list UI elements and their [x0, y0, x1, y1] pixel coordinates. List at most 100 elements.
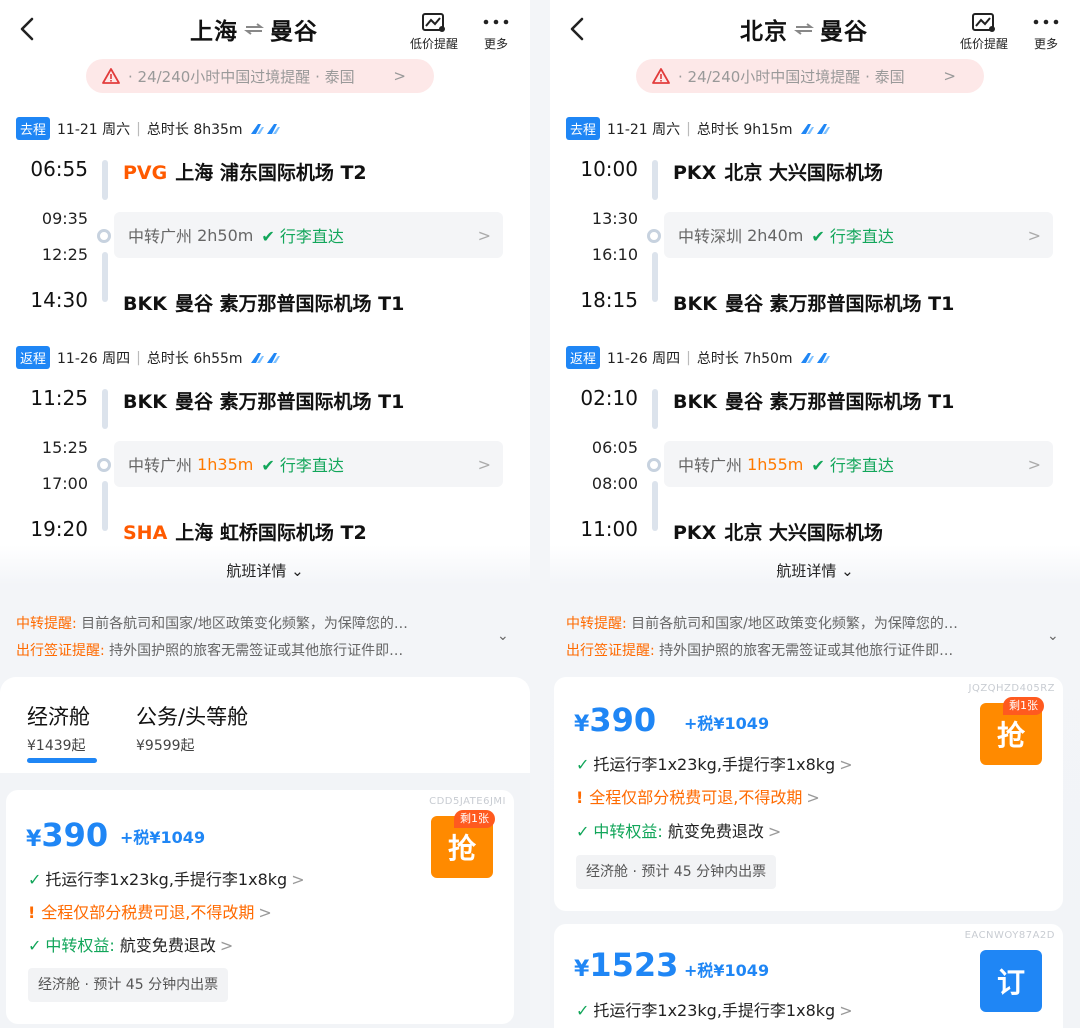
inbound-arrival-time: 19:20 — [30, 517, 88, 541]
tax-amount: +税¥1049 — [684, 714, 770, 733]
price-alert-button[interactable]: 低价提醒 — [404, 12, 464, 52]
divider: | — [136, 120, 141, 137]
timeline-segment — [102, 252, 108, 302]
timeline-transfer-dot — [647, 458, 661, 472]
ticketing-time: 经济舱 · 预计 45 分钟内出票 — [576, 855, 777, 889]
outbound-header: 去程 11-21 周六 | 总时长 8h35m — [16, 117, 285, 140]
reminder-key: 出行签证提醒: — [16, 643, 105, 659]
transit-notice-banner[interactable]: · 24/240小时中国过境提醒 · 泰国 > — [86, 59, 434, 93]
expand-reminders-icon[interactable]: ⌄ — [1047, 628, 1059, 644]
outbound-transfer-row[interactable]: 中转广州 2h50m ✔ 行李直达 > — [114, 212, 503, 258]
seats-left-badge: 剩1张 — [1003, 697, 1044, 715]
refund-policy[interactable]: ! 全程仅部分税费可退,不得改期 > — [28, 899, 272, 923]
expand-reminders-icon[interactable]: ⌄ — [497, 628, 509, 644]
fare-code: CDD5JATE6JMI — [429, 796, 506, 807]
origin-city: 上海 — [190, 19, 238, 45]
fare-card[interactable]: EACNWOY87A2D ¥1523 +税¥1049 ✓ 托运行李1x23kg,手… — [554, 924, 1063, 1028]
cabin-price: ¥9599起 — [136, 738, 195, 754]
outbound-arrival-time: 14:30 — [30, 288, 88, 312]
panel-divider — [530, 0, 550, 1028]
fare-card[interactable]: JQZQHZD405RZ ¥390 +税¥1049 ✓ 托运行李1x23kg,手提… — [554, 677, 1063, 911]
airport-code: PKX — [673, 162, 717, 184]
chevron-right-icon: > — [1027, 454, 1041, 474]
baggage-text: 托运行李1x23kg,手提行李1x8kg — [593, 1001, 836, 1020]
airport-code: SHA — [123, 522, 168, 544]
warning-triangle-icon — [652, 68, 670, 84]
chevron-right-icon: > — [291, 870, 305, 889]
route-title: 上海 曼谷 — [190, 12, 318, 46]
flight-panel-shanghai: 上海 曼谷 低价提醒 更多 · 24/240小时中国过境提醒 · 泰国 > 去程… — [0, 0, 530, 1028]
timeline-segment — [102, 481, 108, 531]
inbound-arrival-airport: SHA 上海 虹桥国际机场 T2 — [123, 518, 367, 545]
chevron-right-icon: > — [839, 1001, 853, 1020]
check-icon: ✓ — [576, 1001, 590, 1020]
outbound-header: 去程 11-21 周六 | 总时长 9h15m — [566, 117, 835, 140]
check-icon: ✓ — [28, 870, 42, 889]
check-icon: ✓ — [28, 936, 42, 955]
inbound-date: 11-26 周四 — [57, 350, 131, 367]
inbound-transfer-row[interactable]: 中转广州 1h55m ✔ 行李直达 > — [664, 441, 1053, 487]
divider: | — [686, 120, 691, 137]
price-alert-button[interactable]: 低价提醒 — [954, 12, 1014, 52]
outbound-departure-time: 06:55 — [30, 157, 88, 181]
airline-logo-icon — [250, 123, 280, 134]
back-arrow-icon[interactable] — [564, 14, 592, 44]
airport-code: PVG — [123, 162, 168, 184]
more-button[interactable]: 更多 — [466, 12, 526, 52]
baggage-allowance[interactable]: ✓ 托运行李1x23kg,手提行李1x8kg > — [28, 866, 305, 890]
transfer-city: 中转广州 — [128, 456, 193, 475]
more-button[interactable]: 更多 — [1016, 12, 1076, 52]
fare-price: ¥390 — [574, 701, 656, 739]
baggage-allowance[interactable]: ✓ 托运行李1x23kg,手提行李1x8kg > — [576, 997, 853, 1021]
timeline-transfer-dot — [97, 458, 111, 472]
notice-text: · 24/240小时中国过境提醒 · 泰国 — [128, 67, 355, 86]
timeline-transfer-dot — [647, 229, 661, 243]
flight-details-link[interactable]: 航班详情 ⌄ — [550, 560, 1080, 581]
chart-bell-icon — [972, 13, 995, 32]
transfer-benefit[interactable]: ✓ 中转权益: 航变免费退改 > — [28, 932, 233, 956]
notice-text: · 24/240小时中国过境提醒 · 泰国 — [678, 67, 905, 86]
benefit-text: 航变免费退改 — [667, 822, 764, 841]
airport-name: 曼谷 素万那普国际机场 T1 — [174, 293, 405, 315]
inbound-tag: 返程 — [566, 346, 601, 369]
chevron-right-icon: > — [477, 454, 491, 474]
transfer-benefit[interactable]: ✓ 中转权益: 航变免费退改 > — [576, 818, 781, 842]
transfer-arrival-time: 06:05 — [591, 438, 638, 457]
price-amount: 390 — [589, 701, 657, 739]
destination-city: 曼谷 — [270, 19, 318, 45]
flight-details-link[interactable]: 航班详情 ⌄ — [0, 560, 530, 581]
back-arrow-icon[interactable] — [14, 14, 42, 44]
transfer-duration: 1h35m — [197, 454, 254, 474]
cabin-name: 经济舱 — [27, 705, 90, 729]
outbound-transfer-row[interactable]: 中转深圳 2h40m ✔ 行李直达 > — [664, 212, 1053, 258]
fare-card[interactable]: CDD5JATE6JMI ¥390 +税¥1049 ✓ 托运行李1x23kg,手提… — [6, 790, 514, 1024]
benefit-key: 中转权益: — [45, 936, 115, 955]
baggage-allowance[interactable]: ✓ 托运行李1x23kg,手提行李1x8kg > — [576, 751, 853, 775]
chevron-right-icon: > — [219, 936, 234, 955]
book-button[interactable]: 订 — [980, 950, 1042, 1012]
fare-price: ¥390 — [26, 816, 108, 854]
tax-amount: +税¥1049 — [684, 961, 770, 980]
inbound-transfer-row[interactable]: 中转广州 1h35m ✔ 行李直达 > — [114, 441, 503, 487]
tab-business-first[interactable]: 公务/头等舱 ¥9599起 — [136, 701, 248, 755]
check-icon: ✓ — [576, 822, 590, 841]
tax-amount: +税¥1049 — [120, 828, 206, 847]
tab-economy[interactable]: 经济舱 ¥1439起 — [27, 701, 90, 755]
transit-notice-banner[interactable]: · 24/240小时中国过境提醒 · 泰国 > — [636, 59, 984, 93]
transfer-departure-time: 08:00 — [591, 474, 638, 493]
outbound-departure-airport: PKX 北京 大兴国际机场 — [673, 158, 883, 185]
transfer-departure-time: 16:10 — [591, 245, 638, 264]
reminder-text: 持外国护照的旅客无需签证或其他旅行证件即… — [109, 643, 404, 659]
refund-policy[interactable]: ! 全程仅部分税费可退,不得改期 > — [576, 784, 820, 808]
airport-code: BKK — [673, 391, 717, 413]
flight-details-label: 航班详情 — [776, 562, 837, 580]
timeline-segment — [652, 160, 658, 200]
chevron-right-icon: > — [477, 225, 491, 245]
airline-logo-icon — [800, 352, 830, 363]
visa-reminder: 出行签证提醒: 持外国护照的旅客无需签证或其他旅行证件即… — [16, 640, 403, 660]
airline-logo-icon — [250, 352, 280, 363]
transfer-reminder: 中转提醒: 目前各航司和国家/地区政策变化频繁，为保障您的… — [16, 613, 408, 633]
transfer-arrival-time: 09:35 — [41, 209, 88, 228]
inbound-arrival-time: 11:00 — [580, 517, 638, 541]
chart-bell-icon — [422, 13, 445, 32]
